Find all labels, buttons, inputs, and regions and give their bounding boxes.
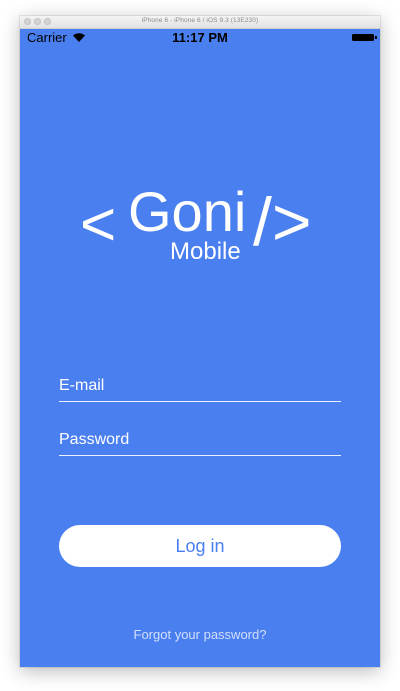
email-input[interactable]: [59, 377, 341, 395]
app-logo: < Goni Mobile />: [20, 176, 380, 286]
status-bar: Carrier 11:17 PM: [20, 28, 380, 48]
window-title: iPhone 6 - iPhone 6 / iOS 9.3 (13E230): [141, 17, 259, 24]
simulator-window: iPhone 6 - iPhone 6 / iOS 9.3 (13E230) C…: [20, 16, 380, 667]
password-field: [59, 421, 341, 456]
logo-open-bracket: <: [80, 190, 117, 259]
email-field: [59, 367, 341, 402]
logo-subtitle: Mobile: [170, 238, 241, 265]
status-time: 11:17 PM: [172, 30, 228, 45]
logo-name: Goni: [128, 180, 247, 243]
password-input[interactable]: [59, 431, 341, 449]
logo-close-bracket: />: [253, 184, 312, 260]
login-button[interactable]: Log in: [59, 525, 341, 567]
battery-icon: [352, 34, 377, 41]
forgot-password-link[interactable]: Forgot your password?: [20, 627, 380, 642]
